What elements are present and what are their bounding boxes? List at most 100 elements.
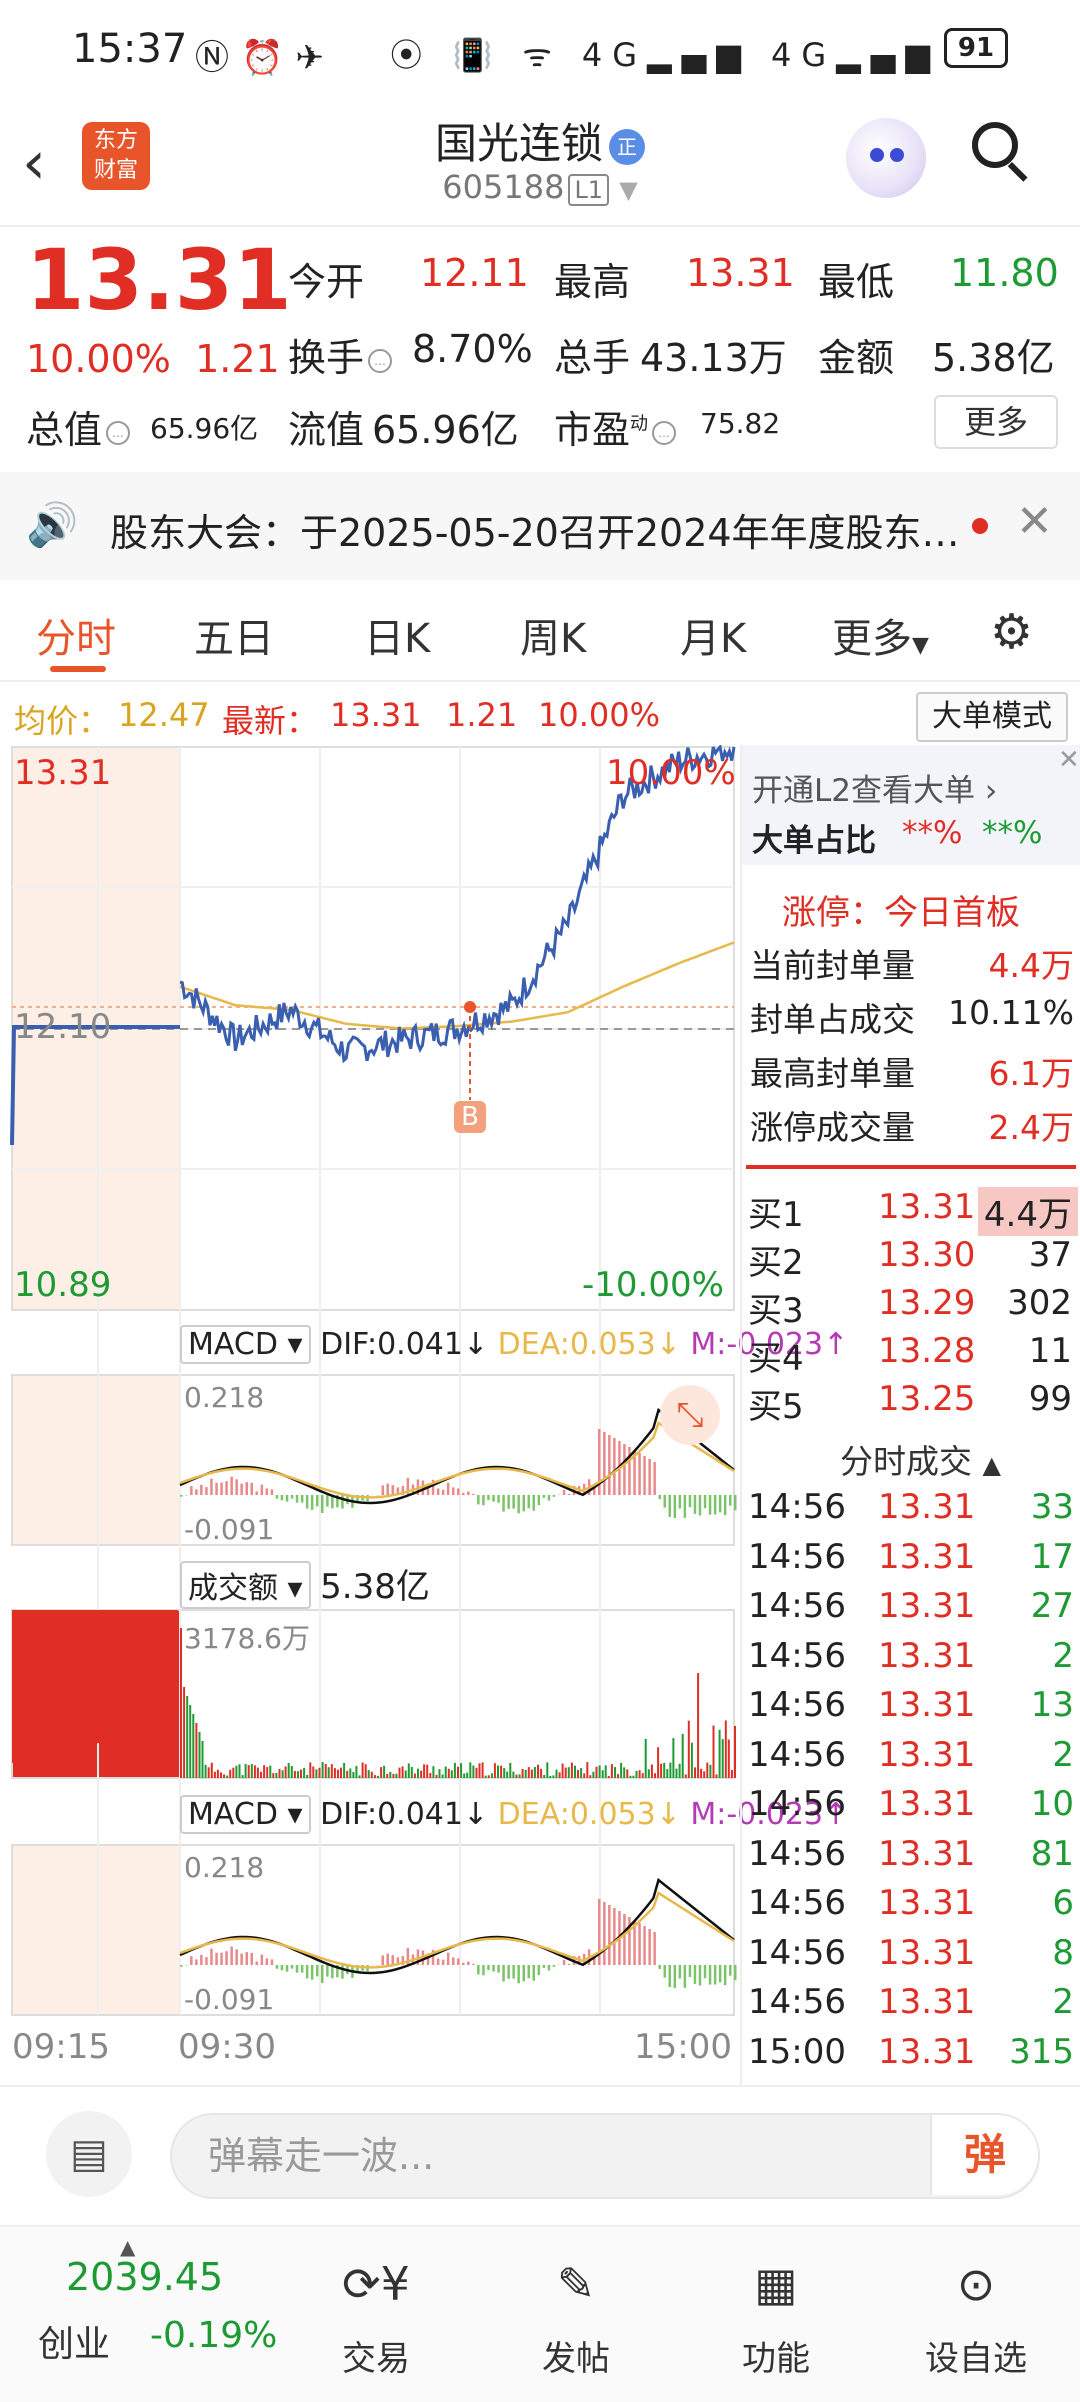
amount-bar bbox=[229, 1770, 231, 1778]
amount-bar bbox=[451, 1770, 453, 1778]
close-icon[interactable]: ✕ bbox=[1016, 496, 1053, 547]
buy-marker[interactable]: B bbox=[454, 1101, 486, 1133]
intraday-chart[interactable]: 13.31 10.00% 12.10 10.89 -10.00% B MACD … bbox=[0, 745, 740, 2085]
macd-selector[interactable]: MACD ▾ bbox=[180, 1325, 311, 1364]
amount-bar bbox=[676, 1769, 678, 1778]
macd-bar bbox=[613, 1438, 616, 1495]
amount-bar bbox=[189, 1705, 191, 1778]
macd-selector-2[interactable]: MACD ▾ bbox=[180, 1795, 311, 1834]
macd-bar bbox=[240, 1484, 243, 1495]
expand-icon[interactable]: ⤡ bbox=[660, 1385, 720, 1445]
amount-bar bbox=[199, 1732, 201, 1778]
amount-bar bbox=[457, 1767, 459, 1778]
notice-text[interactable]: 股东大会：于2025-05-20召开2024年年度股东… bbox=[110, 502, 960, 557]
amount-bar bbox=[319, 1768, 321, 1778]
tab-daily-k[interactable]: 日K bbox=[364, 606, 430, 664]
gear-icon[interactable]: ⚙ bbox=[990, 604, 1033, 660]
macd-bar bbox=[210, 1479, 213, 1495]
amount-bar bbox=[442, 1774, 444, 1778]
macd-bar bbox=[220, 1953, 223, 1965]
notice-bar[interactable]: 🔊 股东大会：于2025-05-20召开2024年年度股东… ✕ bbox=[0, 472, 1080, 580]
l2-promo[interactable]: 开通L2查看大单 › bbox=[752, 765, 997, 810]
amount-bar bbox=[574, 1766, 576, 1778]
amount-bar bbox=[614, 1767, 616, 1778]
macd-bar bbox=[543, 1965, 546, 1968]
tab-weekly-k[interactable]: 周K bbox=[520, 606, 586, 664]
amount-bar bbox=[556, 1770, 558, 1778]
nav-trade[interactable]: ⟳¥ 交易 bbox=[296, 2257, 456, 2380]
amount-bar bbox=[713, 1726, 715, 1779]
macd-bar bbox=[684, 1965, 687, 1988]
amount-max: 3178.6万 bbox=[184, 1617, 310, 1657]
nav-watchlist[interactable]: ⊙ 设自选 bbox=[896, 2257, 1056, 2380]
amount-bar bbox=[469, 1762, 471, 1778]
amount-bar bbox=[620, 1763, 622, 1778]
tab-five-day[interactable]: 五日 bbox=[194, 606, 274, 664]
amount-bar bbox=[374, 1775, 376, 1778]
bid-row-2: 买2 13.30 37 bbox=[746, 1235, 1078, 1283]
amount-bar bbox=[719, 1730, 721, 1778]
latest-label: 最新： bbox=[222, 696, 318, 742]
amount-bar bbox=[294, 1771, 296, 1778]
bottom-pct-label: -10.00% bbox=[582, 1265, 724, 1305]
macd-bar bbox=[251, 1483, 254, 1495]
close-icon[interactable]: ✕ bbox=[1058, 745, 1080, 775]
amount-bar bbox=[383, 1766, 385, 1778]
tick-row: 14:5613.3133 bbox=[748, 1487, 1078, 1535]
turnover-value: 8.70% bbox=[412, 327, 533, 371]
macd-bar bbox=[321, 1965, 324, 1983]
nav-functions[interactable]: ▦ 功能 bbox=[696, 2257, 856, 2380]
search-icon[interactable] bbox=[972, 122, 1032, 182]
macd-bar bbox=[538, 1965, 541, 1975]
macd-bar bbox=[452, 1957, 455, 1965]
amount-bar bbox=[485, 1776, 487, 1778]
index-name[interactable]: 创业 bbox=[38, 2315, 110, 2367]
macd-bar bbox=[281, 1495, 284, 1500]
index-value[interactable]: 2039.45 bbox=[66, 2255, 223, 2299]
macd-bar bbox=[689, 1495, 692, 1507]
low-label: 最低 bbox=[818, 251, 894, 306]
assistant-robot-icon[interactable] bbox=[846, 118, 926, 198]
float-label: 流值 bbox=[288, 399, 364, 454]
order-book-panel: 开通L2查看大单 › ✕ 大单占比 **% **% 涨停：今日首板 当前封单量 … bbox=[740, 745, 1080, 2085]
amount-bar bbox=[669, 1763, 671, 1778]
macd-bar bbox=[341, 1965, 344, 1979]
more-quote-button[interactable]: 更多 bbox=[934, 395, 1058, 449]
mktcap-value: 65.96亿 bbox=[150, 407, 258, 447]
index-change[interactable]: -0.19% bbox=[150, 2315, 277, 2356]
nav-post[interactable]: ✎ 发帖 bbox=[496, 2257, 656, 2380]
comment-settings-icon[interactable]: ▤ bbox=[46, 2111, 132, 2197]
network-4g-1: 4G bbox=[582, 36, 647, 74]
amount-bar bbox=[657, 1747, 659, 1778]
tick-row: 14:5613.316 bbox=[748, 1883, 1078, 1931]
macd-bar bbox=[286, 1965, 289, 1972]
tab-more[interactable]: 更多▼ bbox=[832, 606, 929, 664]
macd-bar bbox=[729, 1965, 732, 1976]
macd-bar bbox=[507, 1965, 510, 1979]
amount-selector[interactable]: 成交额 ▾ bbox=[180, 1561, 311, 1609]
macd-bar bbox=[387, 1954, 390, 1965]
danmaku-input[interactable]: 弹幕走一波... bbox=[170, 2113, 1040, 2199]
info-icon[interactable]: … bbox=[368, 349, 392, 373]
macd-bar bbox=[190, 1956, 193, 1965]
macd-bar bbox=[205, 1487, 208, 1495]
amount-bar bbox=[337, 1770, 339, 1778]
stock-code: 605188 bbox=[442, 168, 564, 206]
macd-bar bbox=[643, 1926, 646, 1965]
macd-bar bbox=[261, 1485, 264, 1495]
macd-bar bbox=[462, 1963, 465, 1965]
change-pct: 10.00% bbox=[26, 337, 171, 381]
stat-label-0: 当前封单量 bbox=[750, 939, 915, 987]
macd-bar bbox=[679, 1965, 682, 1979]
ticks-title[interactable]: 分时成交 ▲ bbox=[840, 1435, 1001, 1483]
danmaku-send-button[interactable]: 弹 bbox=[930, 2115, 1038, 2195]
big-order-mode-button[interactable]: 大单模式 bbox=[916, 692, 1068, 742]
tab-monthly-k[interactable]: 月K bbox=[680, 606, 746, 664]
amount-bar bbox=[377, 1776, 379, 1778]
macd-bar bbox=[266, 1958, 269, 1965]
macd-bar bbox=[694, 1965, 697, 1984]
tab-intraday[interactable]: 分时 bbox=[36, 606, 116, 664]
info-icon[interactable]: … bbox=[652, 421, 676, 445]
amount-bar bbox=[531, 1770, 533, 1778]
info-icon[interactable]: … bbox=[106, 421, 130, 445]
